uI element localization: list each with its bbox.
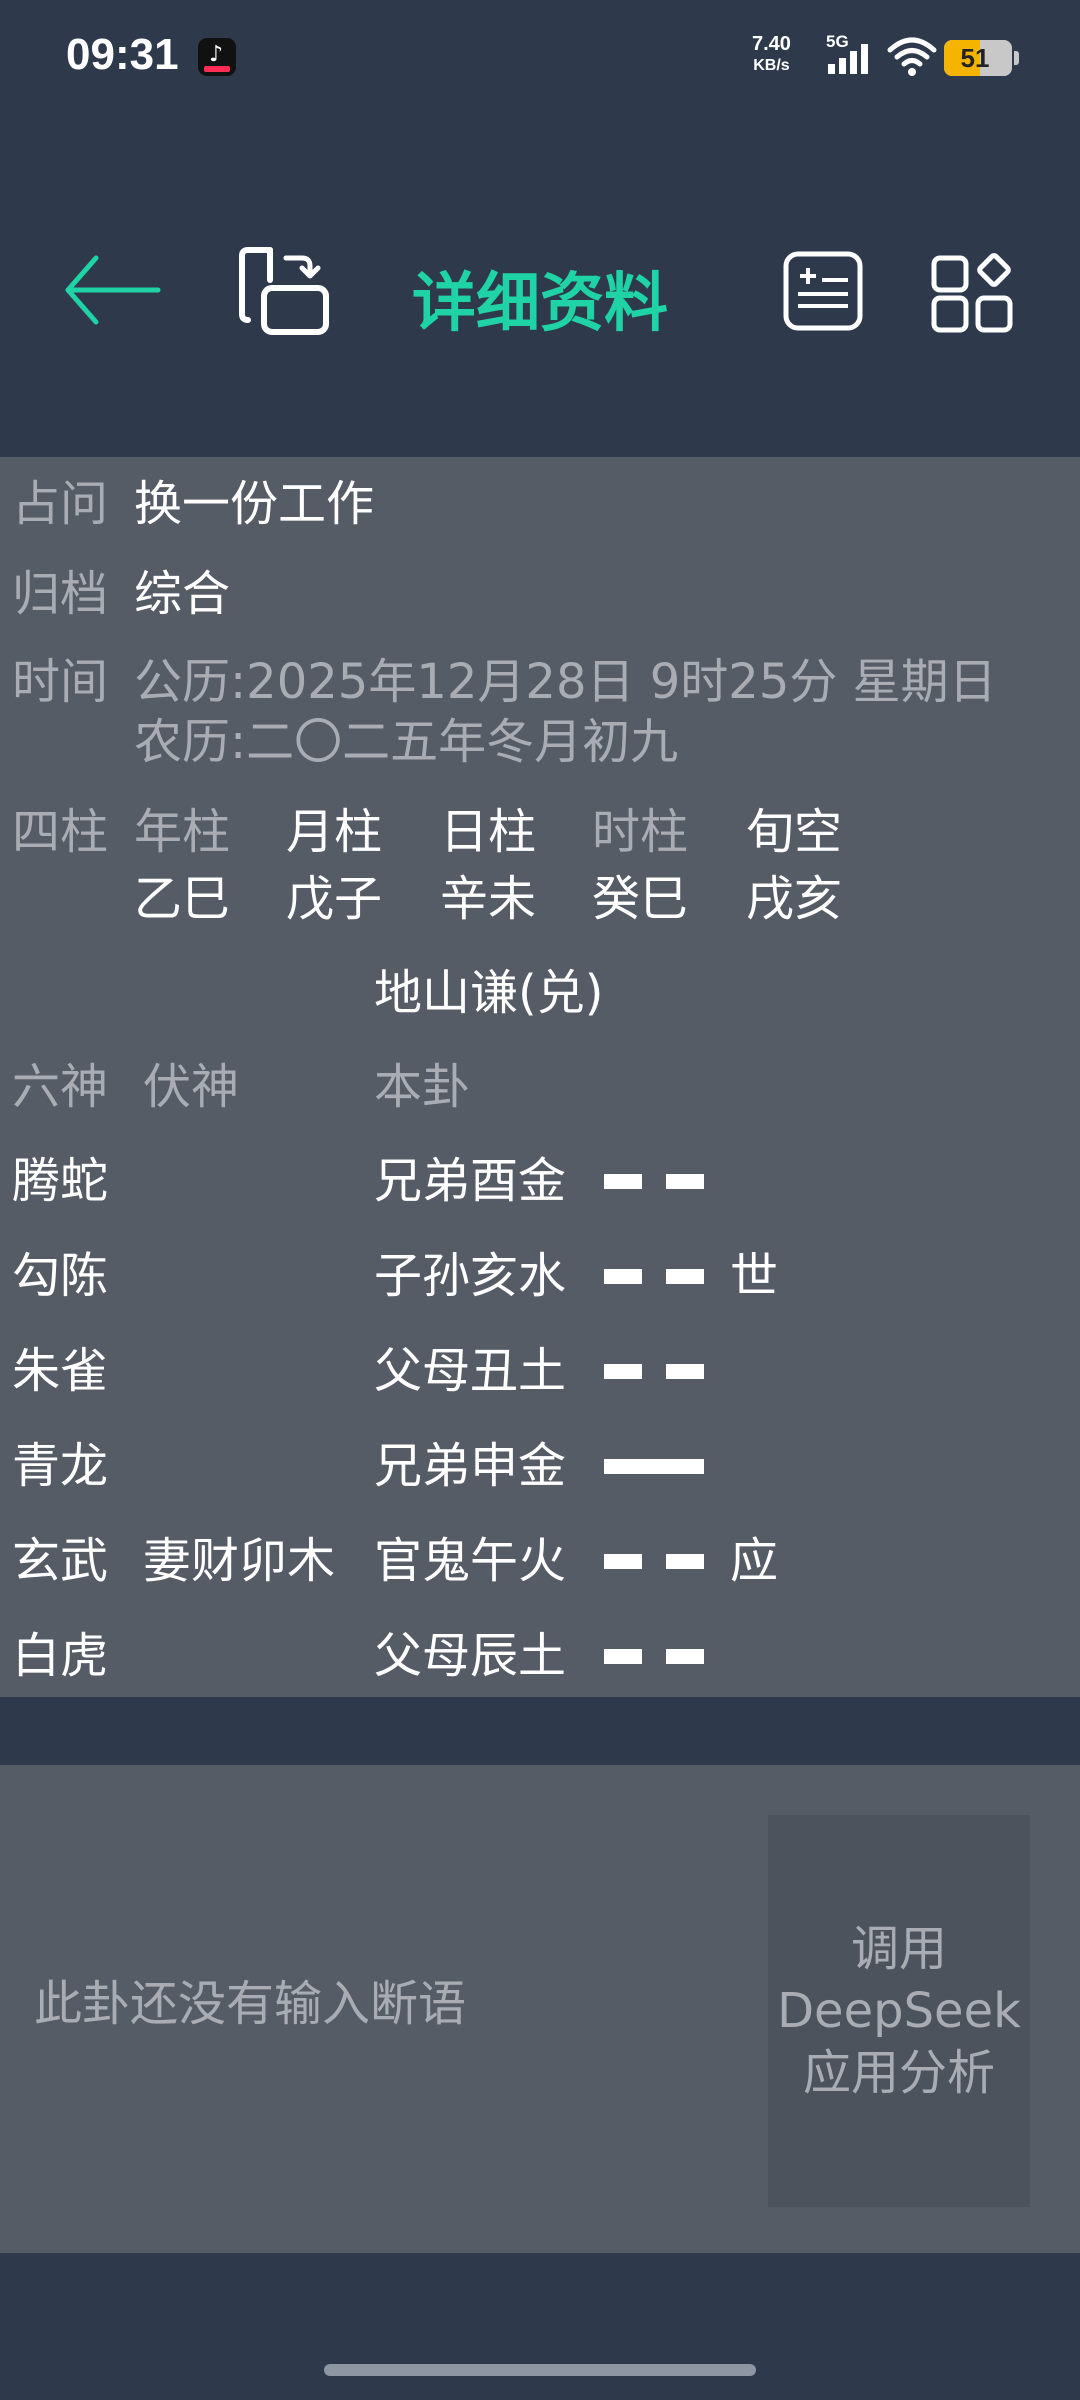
status-time: 09:31 [66, 30, 179, 79]
liushen-cell: 勾陈 [12, 1248, 109, 1304]
pillar-name: 年柱 [134, 804, 231, 860]
solar-date: 公历:2025年12月28日 9时25分 星期日 [134, 654, 997, 710]
status-bar: 09:31 ♪ 7.40 KB/s 5G 51 [0, 0, 1080, 110]
relation-cell: 兄弟申金 [374, 1438, 567, 1494]
pillar-value: 戌亥 [746, 871, 843, 927]
hexagram-name: 地山谦(兑) [374, 965, 604, 1021]
divination-info-panel: 占问 换一份工作 归档 综合 时间 公历:2025年12月28日 9时25分 星… [0, 457, 1080, 1697]
battery-level: 51 [960, 43, 990, 73]
bengua-header: 本卦 [374, 1059, 471, 1115]
yin-line-segment [604, 1364, 642, 1379]
yin-line-segment [604, 1174, 642, 1189]
pillar-name: 旬空 [746, 804, 843, 860]
yin-line-segment [666, 1554, 704, 1569]
yin-line-segment [604, 1554, 642, 1569]
yin-line-segment [666, 1174, 704, 1189]
analysis-section: 此卦还没有输入断语 调用 DeepSeek 应用分析 [0, 1765, 1080, 2253]
widgets-icon[interactable] [930, 248, 1016, 334]
deepseek-analyze-button[interactable]: 调用 DeepSeek 应用分析 [768, 1815, 1030, 2207]
time-label: 时间 [12, 654, 109, 710]
deepseek-analyze-label: 调用 DeepSeek 应用分析 [777, 1921, 1021, 2101]
relation-cell: 父母丑土 [374, 1343, 567, 1399]
network-type: 5G [826, 32, 849, 51]
toolbar: 详细资料 [0, 230, 1080, 360]
liushen-cell: 腾蛇 [12, 1153, 109, 1209]
pillar-value: 癸巳 [592, 871, 689, 927]
line-mark: 世 [730, 1248, 779, 1304]
question-value: 换一份工作 [134, 476, 375, 532]
yin-line-segment [666, 1364, 704, 1379]
home-indicator[interactable] [324, 2364, 756, 2376]
pillar-value: 乙巳 [134, 871, 231, 927]
pillar-value: 戊子 [286, 871, 383, 927]
liushen-cell: 玄武 [12, 1533, 109, 1589]
relation-cell: 父母辰土 [374, 1628, 567, 1684]
network-speed-value: 7.40 [752, 33, 791, 55]
fushen-header: 伏神 [143, 1059, 240, 1115]
page-title: 详细资料 [412, 267, 668, 341]
line-mark: 应 [730, 1533, 779, 1589]
yin-line-segment [666, 1649, 704, 1664]
pillar-name: 月柱 [286, 804, 383, 860]
liushen-cell: 朱雀 [12, 1343, 109, 1399]
yin-line-segment [604, 1649, 642, 1664]
relation-cell: 官鬼午火 [374, 1533, 567, 1589]
yin-line-segment [604, 1269, 642, 1284]
category-label: 归档 [12, 566, 109, 622]
relation-cell: 兄弟酉金 [374, 1153, 567, 1209]
lunar-date: 农历:二〇二五年冬月初九 [134, 714, 679, 770]
wifi-icon [887, 37, 937, 76]
cellular-signal-icon: 5G [826, 32, 876, 80]
tiktok-notification-icon: ♪ [198, 38, 236, 76]
network-speed: 7.40 KB/s [752, 34, 791, 76]
yin-line-segment [666, 1269, 704, 1284]
pillars-label: 四柱 [12, 804, 109, 860]
fushen-cell: 妻财卯木 [143, 1533, 336, 1589]
yang-line [604, 1459, 704, 1474]
pillar-name: 时柱 [592, 804, 689, 860]
relation-cell: 子孙亥水 [374, 1248, 567, 1304]
liushen-cell: 青龙 [12, 1438, 109, 1494]
liushen-header: 六神 [12, 1059, 109, 1115]
network-speed-unit: KB/s [753, 57, 790, 74]
question-label: 占问 [12, 476, 109, 532]
battery-indicator: 51 [944, 40, 1019, 76]
category-value: 综合 [134, 566, 231, 622]
pillar-value: 辛未 [440, 871, 537, 927]
add-note-icon[interactable] [782, 250, 864, 332]
pillar-name: 日柱 [440, 804, 537, 860]
liushen-cell: 白虎 [12, 1628, 109, 1684]
no-judgment-text: 此卦还没有输入断语 [34, 1976, 467, 2032]
